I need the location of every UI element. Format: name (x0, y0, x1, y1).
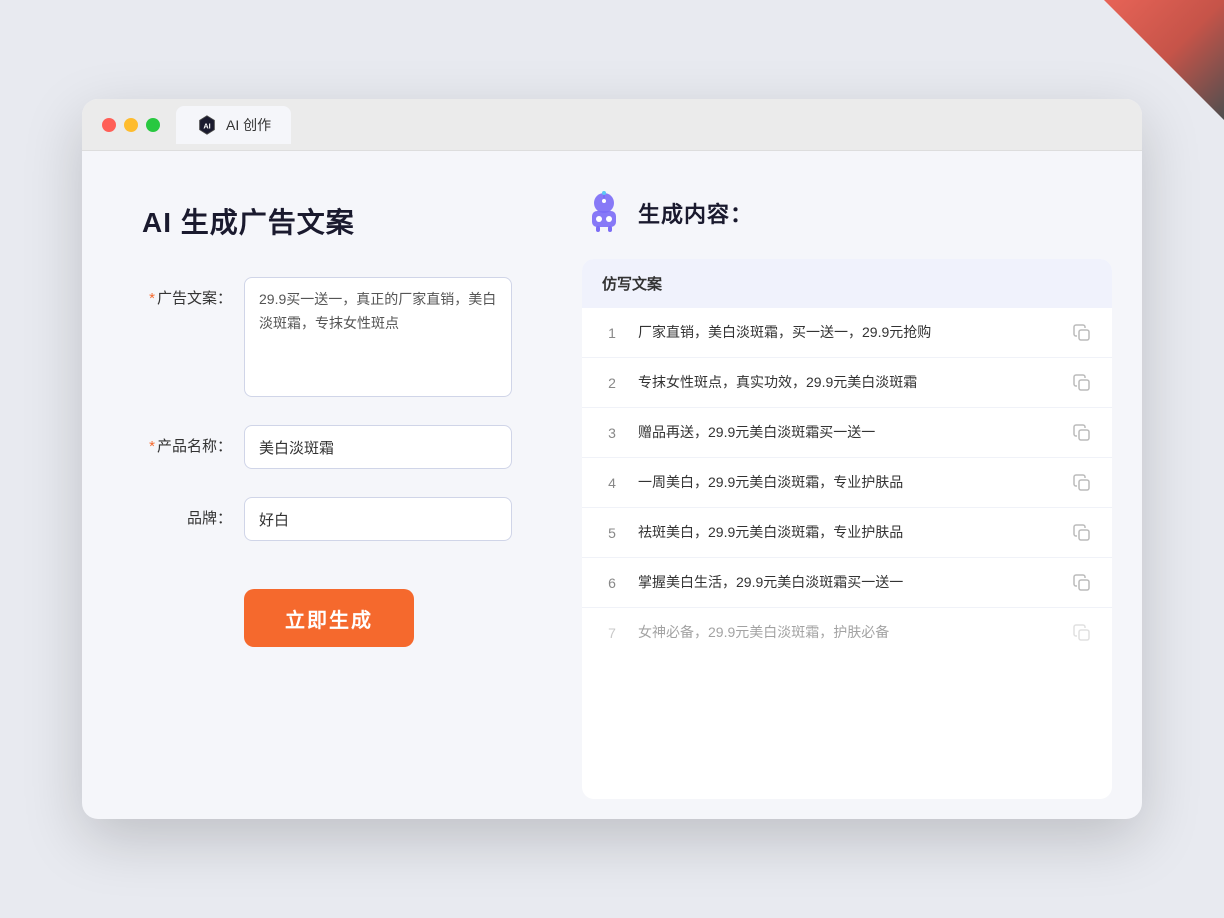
list-item: 6 掌握美白生活，29.9元美白淡斑霜买一送一 (582, 558, 1112, 608)
product-name-label: *产品名称： (142, 425, 232, 456)
title-bar: AI AI 创作 (82, 99, 1142, 151)
generate-button[interactable]: 立即生成 (244, 589, 414, 647)
ad-copy-label: *广告文案： (142, 277, 232, 308)
item-number: 6 (602, 575, 622, 591)
ai-tab-icon: AI (196, 114, 218, 136)
copy-icon[interactable] (1072, 373, 1092, 393)
robot-icon (582, 191, 626, 235)
product-name-group: *产品名称： (142, 425, 512, 469)
brand-group: 品牌： (142, 497, 512, 541)
list-item: 1 厂家直销，美白淡斑霜，买一送一，29.9元抢购 (582, 308, 1112, 358)
copy-icon[interactable] (1072, 423, 1092, 443)
result-table-header: 仿写文案 (582, 259, 1112, 308)
item-number: 1 (602, 325, 622, 341)
product-name-input[interactable] (244, 425, 512, 469)
list-item: 4 一周美白，29.9元美白淡斑霜，专业护肤品 (582, 458, 1112, 508)
item-text: 掌握美白生活，29.9元美白淡斑霜买一送一 (638, 572, 1056, 593)
required-star-2: * (149, 438, 155, 455)
traffic-lights (102, 118, 160, 132)
svg-text:AI: AI (203, 121, 210, 130)
right-panel: 生成内容： 仿写文案 1 厂家直销，美白淡斑霜，买一送一，29.9元抢购 2 专… (562, 151, 1142, 819)
browser-window: AI AI 创作 AI 生成广告文案 *广告文案： 29.9买一送一，真正的厂家… (82, 99, 1142, 819)
brand-input[interactable] (244, 497, 512, 541)
copy-icon[interactable] (1072, 573, 1092, 593)
item-text: 厂家直销，美白淡斑霜，买一送一，29.9元抢购 (638, 322, 1056, 343)
tab-ai-creation[interactable]: AI AI 创作 (176, 106, 291, 144)
list-item: 5 祛斑美白，29.9元美白淡斑霜，专业护肤品 (582, 508, 1112, 558)
page-wrapper: AI AI 创作 AI 生成广告文案 *广告文案： 29.9买一送一，真正的厂家… (0, 0, 1224, 918)
brand-label: 品牌： (142, 497, 232, 528)
ad-copy-group: *广告文案： 29.9买一送一，真正的厂家直销，美白淡斑霜，专抹女性斑点 (142, 277, 512, 397)
page-title: AI 生成广告文案 (142, 201, 512, 241)
copy-icon[interactable] (1072, 473, 1092, 493)
item-number: 3 (602, 425, 622, 441)
close-button[interactable] (102, 118, 116, 132)
item-number: 7 (602, 625, 622, 641)
item-number: 2 (602, 375, 622, 391)
item-number: 4 (602, 475, 622, 491)
maximize-button[interactable] (146, 118, 160, 132)
list-item: 3 赠品再送，29.9元美白淡斑霜买一送一 (582, 408, 1112, 458)
item-text: 一周美白，29.9元美白淡斑霜，专业护肤品 (638, 472, 1056, 493)
ad-copy-textarea[interactable]: 29.9买一送一，真正的厂家直销，美白淡斑霜，专抹女性斑点 (244, 277, 512, 397)
copy-icon[interactable] (1072, 523, 1092, 543)
copy-icon[interactable] (1072, 623, 1092, 643)
result-title: 生成内容： (638, 197, 753, 229)
result-list: 1 厂家直销，美白淡斑霜，买一送一，29.9元抢购 2 专抹女性斑点，真实功效，… (582, 308, 1112, 799)
left-panel: AI 生成广告文案 *广告文案： 29.9买一送一，真正的厂家直销，美白淡斑霜，… (82, 151, 562, 819)
item-text: 专抹女性斑点，真实功效，29.9元美白淡斑霜 (638, 372, 1056, 393)
item-text: 赠品再送，29.9元美白淡斑霜买一送一 (638, 422, 1056, 443)
result-header: 生成内容： (582, 191, 1112, 235)
tab-label: AI 创作 (226, 115, 271, 135)
minimize-button[interactable] (124, 118, 138, 132)
required-star-1: * (149, 290, 155, 307)
item-text: 女神必备，29.9元美白淡斑霜，护肤必备 (638, 622, 1056, 643)
item-number: 5 (602, 525, 622, 541)
list-item: 7 女神必备，29.9元美白淡斑霜，护肤必备 (582, 608, 1112, 657)
list-item: 2 专抹女性斑点，真实功效，29.9元美白淡斑霜 (582, 358, 1112, 408)
result-box: 仿写文案 1 厂家直销，美白淡斑霜，买一送一，29.9元抢购 2 专抹女性斑点，… (582, 259, 1112, 799)
item-text: 祛斑美白，29.9元美白淡斑霜，专业护肤品 (638, 522, 1056, 543)
copy-icon[interactable] (1072, 323, 1092, 343)
content-area: AI 生成广告文案 *广告文案： 29.9买一送一，真正的厂家直销，美白淡斑霜，… (82, 151, 1142, 819)
